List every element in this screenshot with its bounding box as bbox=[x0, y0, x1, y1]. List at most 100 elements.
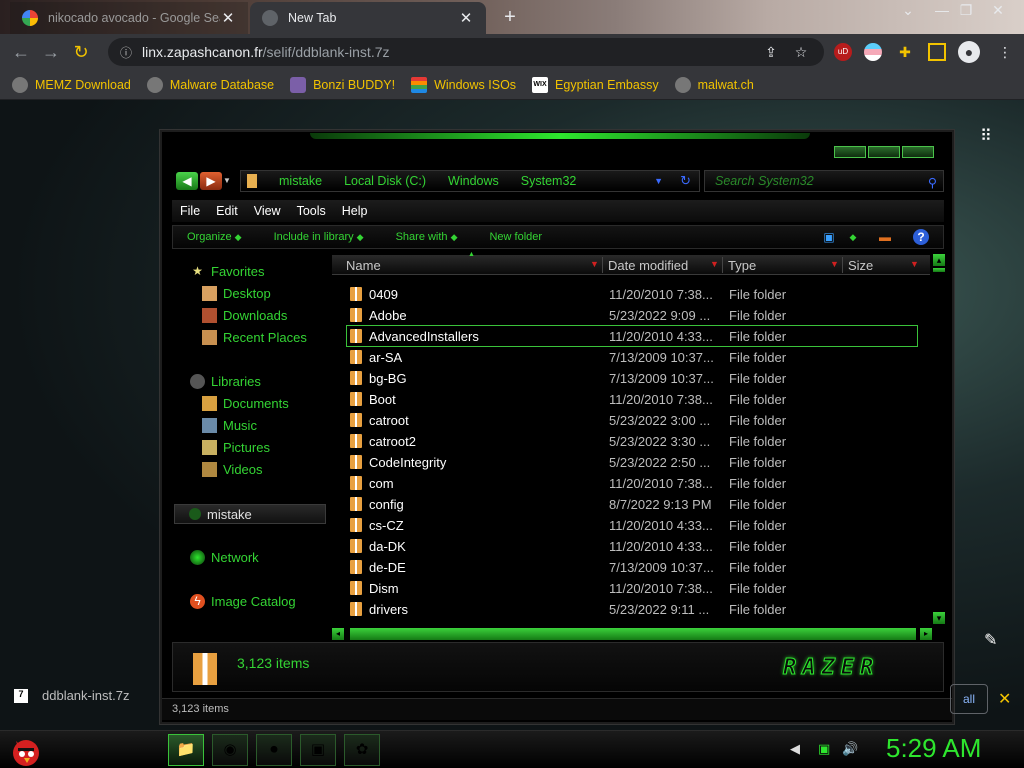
breadcrumb-item[interactable]: mistake bbox=[279, 174, 322, 188]
scroll-right-icon[interactable]: ▸ bbox=[920, 628, 932, 640]
column-date-modified[interactable]: Date modified bbox=[608, 258, 688, 273]
nav-documents[interactable]: Documents bbox=[202, 396, 289, 411]
file-row[interactable]: catroot2 5/23/2022 3:30 ... File folder bbox=[332, 431, 920, 451]
side-panel-icon[interactable] bbox=[928, 43, 946, 61]
horizontal-scroll-thumb[interactable] bbox=[350, 628, 916, 640]
scroll-left-icon[interactable]: ◂ bbox=[332, 628, 344, 640]
tray-network-icon[interactable]: ▣ bbox=[818, 741, 830, 757]
taskbar-media-icon[interactable]: ⏺ bbox=[256, 734, 292, 766]
taskbar-chrome-icon[interactable]: ◉ bbox=[212, 734, 248, 766]
column-divider[interactable] bbox=[602, 257, 603, 273]
preview-pane-icon[interactable]: ▬ bbox=[877, 229, 893, 245]
bookmark-malwatch[interactable]: malwat.ch bbox=[674, 76, 754, 93]
nav-image-catalog[interactable]: ϟ Image Catalog bbox=[190, 594, 296, 609]
ublock-icon[interactable]: uD bbox=[834, 43, 852, 61]
menu-edit[interactable]: Edit bbox=[216, 204, 238, 218]
breadcrumb-dropdown-icon[interactable]: ▼ bbox=[654, 176, 663, 186]
forward-icon[interactable]: → bbox=[36, 42, 66, 63]
address-bar[interactable]: ⓘ linx.zapashcanon.fr/selif/ddblank-inst… bbox=[108, 38, 824, 66]
column-divider[interactable] bbox=[842, 257, 843, 273]
nav-pictures[interactable]: Pictures bbox=[202, 440, 270, 455]
view-dropdown-dot-icon[interactable]: ◆ bbox=[845, 229, 861, 245]
menu-kebab-icon[interactable]: ⋮ bbox=[996, 43, 1014, 61]
nav-homegroup-mistake[interactable]: mistake bbox=[174, 504, 326, 524]
close-button[interactable] bbox=[902, 146, 934, 158]
column-date-dropdown-icon[interactable]: ▼ bbox=[710, 259, 719, 269]
breadcrumb-item[interactable]: Local Disk (C:) bbox=[344, 174, 426, 188]
extensions-puzzle-icon[interactable]: ✚ bbox=[896, 43, 914, 61]
menu-help[interactable]: Help bbox=[342, 204, 368, 218]
close-window-icon[interactable]: ✕ bbox=[986, 2, 1010, 19]
new-folder-button[interactable]: New folder bbox=[489, 231, 542, 243]
minimize-button[interactable] bbox=[834, 146, 866, 158]
menu-file[interactable]: File bbox=[180, 204, 200, 218]
maximize-button[interactable] bbox=[868, 146, 900, 158]
file-row[interactable]: Dism 11/20/2010 7:38... File folder bbox=[332, 578, 920, 598]
search-input[interactable]: Search System32 ⚲ bbox=[704, 170, 944, 192]
taskbar-explorer-icon[interactable]: 📁 bbox=[168, 734, 204, 766]
vertical-scrollbar[interactable]: ▴ ▾ bbox=[933, 254, 945, 630]
file-row[interactable]: Boot 11/20/2010 7:38... File folder bbox=[332, 389, 920, 409]
file-row[interactable]: drivers 5/23/2022 9:11 ... File folder bbox=[332, 599, 920, 619]
recent-pages-chevron-icon[interactable]: ▼ bbox=[222, 172, 232, 190]
tab-google-search[interactable]: nikocado avocado - Google Sear ✕ bbox=[10, 2, 248, 34]
help-icon[interactable]: ? bbox=[913, 229, 929, 245]
file-row[interactable]: CodeIntegrity 5/23/2022 2:50 ... File fold… bbox=[332, 452, 920, 472]
new-tab-button[interactable]: + bbox=[500, 6, 520, 29]
organize-button[interactable]: Organize ◆ bbox=[187, 231, 242, 243]
close-tab-icon[interactable]: ✕ bbox=[220, 9, 236, 27]
bookmark-malware-database[interactable]: Malware Database bbox=[146, 76, 274, 93]
nav-videos[interactable]: Videos bbox=[202, 462, 263, 477]
horizontal-scrollbar[interactable]: ◂ ▸ bbox=[332, 628, 932, 640]
scroll-up-icon[interactable]: ▴ bbox=[933, 254, 945, 266]
breadcrumb-item[interactable]: System32 bbox=[521, 174, 577, 188]
show-all-button[interactable]: all bbox=[950, 684, 988, 714]
file-row[interactable]: ar-SA 7/13/2009 10:37... File folder bbox=[332, 347, 920, 367]
tab-search-chevron-icon[interactable]: ⌄ bbox=[896, 2, 920, 19]
scroll-thumb[interactable] bbox=[933, 268, 945, 272]
profile-avatar[interactable]: ● bbox=[958, 41, 980, 63]
file-row[interactable]: Adobe 5/23/2022 9:09 ... File folder bbox=[332, 305, 920, 325]
forward-arrow-icon[interactable]: ▶ bbox=[200, 172, 222, 190]
file-row[interactable]: 0409 11/20/2010 7:38... File folder bbox=[332, 284, 920, 304]
share-icon[interactable]: ⇪ bbox=[762, 43, 780, 61]
nav-favorites[interactable]: ★ Favorites bbox=[190, 264, 264, 279]
include-in-library-button[interactable]: Include in library ◆ bbox=[274, 231, 364, 243]
site-info-icon[interactable]: ⓘ bbox=[120, 44, 132, 61]
close-download-shelf-icon[interactable]: ✕ bbox=[998, 689, 1011, 709]
file-row[interactable]: da-DK 11/20/2010 4:33... File folder bbox=[332, 536, 920, 556]
customize-pencil-icon[interactable]: ✎ bbox=[984, 630, 997, 650]
file-row[interactable]: catroot 5/23/2022 3:00 ... File folder bbox=[332, 410, 920, 430]
nav-desktop[interactable]: Desktop bbox=[202, 286, 271, 301]
column-size[interactable]: Size bbox=[848, 258, 873, 273]
file-row[interactable]: bg-BG 7/13/2009 10:37... File folder bbox=[332, 368, 920, 388]
back-icon[interactable]: ← bbox=[6, 42, 36, 63]
tray-expand-icon[interactable]: ◀ bbox=[790, 741, 800, 757]
reload-icon[interactable]: ↻ bbox=[66, 42, 96, 63]
column-divider[interactable] bbox=[722, 257, 723, 273]
nav-recent-places[interactable]: Recent Places bbox=[202, 330, 307, 345]
bookmark-windows-isos[interactable]: Windows ISOs bbox=[411, 76, 516, 93]
nav-libraries[interactable]: Libraries bbox=[190, 374, 261, 389]
column-name[interactable]: Name bbox=[346, 258, 381, 273]
column-size-dropdown-icon[interactable]: ▼ bbox=[910, 259, 919, 269]
breadcrumb-item[interactable]: Windows bbox=[448, 174, 499, 188]
tray-volume-icon[interactable]: 🔊 bbox=[842, 741, 858, 757]
taskbar-paint-icon[interactable]: ✿ bbox=[344, 734, 380, 766]
file-row[interactable]: de-DE 7/13/2009 10:37... File folder bbox=[332, 557, 920, 577]
search-icon[interactable]: ⚲ bbox=[928, 173, 937, 193]
minimize-icon[interactable]: — bbox=[930, 2, 954, 18]
column-type[interactable]: Type bbox=[728, 258, 756, 273]
column-name-dropdown-icon[interactable]: ▼ bbox=[590, 259, 599, 269]
scroll-down-icon[interactable]: ▾ bbox=[933, 612, 945, 624]
file-row[interactable]: config 8/7/2022 9:13 PM File folder bbox=[332, 494, 920, 514]
tab-new-tab[interactable]: New Tab ✕ bbox=[250, 2, 486, 34]
menu-tools[interactable]: Tools bbox=[297, 204, 326, 218]
back-arrow-icon[interactable]: ◀ bbox=[176, 172, 198, 190]
extension-flag-icon[interactable] bbox=[864, 43, 882, 61]
bookmark-bonzi-buddy[interactable]: Bonzi BUDDY! bbox=[290, 76, 395, 93]
file-row[interactable]: com 11/20/2010 7:38... File folder bbox=[332, 473, 920, 493]
share-with-button[interactable]: Share with ◆ bbox=[396, 231, 458, 243]
close-tab-icon[interactable]: ✕ bbox=[458, 9, 474, 27]
taskbar-clock[interactable]: 5:29 AM bbox=[886, 733, 981, 764]
